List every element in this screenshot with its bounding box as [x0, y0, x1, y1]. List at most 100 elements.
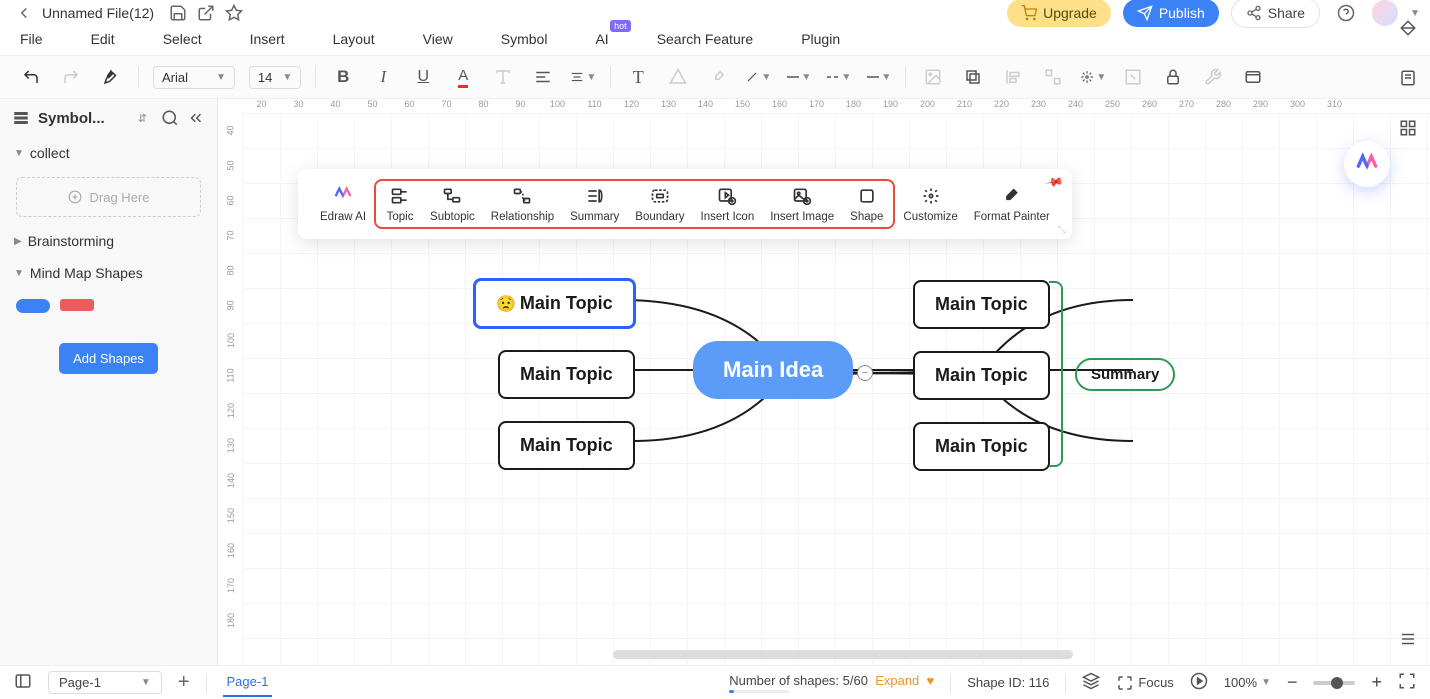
tools-button[interactable] — [1200, 64, 1226, 90]
line-dash-button[interactable]: ▼ — [825, 64, 851, 90]
ft-boundary[interactable]: Boundary — [627, 185, 692, 223]
image-insert-button[interactable] — [920, 64, 946, 90]
help-icon[interactable] — [1332, 1, 1360, 25]
node-right-2[interactable]: Main Topic — [913, 351, 1050, 400]
collapse-sidebar-icon[interactable] — [187, 109, 205, 127]
node-right-3[interactable]: Main Topic — [913, 422, 1050, 471]
zoom-in-button[interactable]: + — [1371, 672, 1382, 693]
menu-file[interactable]: File — [20, 31, 43, 47]
sidebar-dropdown-icon[interactable]: ⇵ — [138, 112, 147, 125]
back-button[interactable] — [10, 1, 38, 25]
text-color-button[interactable]: A — [450, 64, 476, 90]
drag-here-area[interactable]: Drag Here — [16, 177, 201, 217]
sidebar-cat-collect[interactable]: ▼collect — [0, 137, 217, 169]
node-right-1[interactable]: Main Topic — [913, 280, 1050, 329]
fullscreen-button[interactable] — [1398, 672, 1416, 693]
highlight-button[interactable] — [705, 64, 731, 90]
menu-plugin[interactable]: Plugin — [801, 31, 840, 47]
grid-panel-icon[interactable] — [1394, 114, 1422, 142]
menu-view[interactable]: View — [423, 31, 453, 47]
menu-edit[interactable]: Edit — [91, 31, 115, 47]
canvas[interactable]: 📌 Edraw AI Topic Subtopic Relationship S… — [243, 113, 1430, 665]
menu-ai[interactable]: AI hot — [595, 31, 608, 47]
italic-button[interactable]: I — [370, 64, 396, 90]
edit-shape-button[interactable] — [1120, 64, 1146, 90]
collapse-toggle[interactable]: − — [857, 365, 873, 381]
underline-button[interactable]: U — [410, 64, 436, 90]
bold-button[interactable]: B — [330, 64, 356, 90]
clear-format-button[interactable] — [490, 64, 516, 90]
add-shapes-button[interactable]: Add Shapes — [59, 343, 158, 374]
zoom-level[interactable]: 100%▼ — [1224, 675, 1271, 690]
page-select[interactable]: Page-1▼ — [48, 671, 162, 694]
summary-node[interactable]: Summary — [1075, 358, 1175, 391]
menu-insert[interactable]: Insert — [250, 31, 285, 47]
menu-layout[interactable]: Layout — [333, 31, 375, 47]
list-panel-icon[interactable] — [1394, 625, 1422, 653]
ft-subtopic[interactable]: Subtopic — [422, 185, 483, 223]
line-style-button[interactable]: ▼ — [785, 64, 811, 90]
horizontal-scrollbar[interactable] — [613, 650, 1073, 659]
zoom-slider[interactable] — [1313, 681, 1355, 685]
search-icon[interactable] — [161, 109, 179, 127]
ft-summary[interactable]: Summary — [562, 185, 627, 223]
line-tool-button[interactable]: ▼ — [745, 64, 771, 90]
ft-insert-icon[interactable]: Insert Icon — [693, 185, 763, 223]
ruler-vertical: 405060708090100110120130140150160170180 — [218, 113, 243, 638]
play-button[interactable] — [1190, 672, 1208, 693]
ft-customize[interactable]: Customize — [895, 185, 965, 223]
node-left-1[interactable]: 😟Main Topic — [473, 278, 636, 329]
ft-shape[interactable]: Shape — [842, 185, 891, 223]
layers-status-icon[interactable] — [1082, 672, 1100, 693]
open-external-icon[interactable] — [192, 1, 220, 25]
resize-handle-icon[interactable]: ⤡ — [1058, 225, 1066, 236]
align-objects-button[interactable] — [1000, 64, 1026, 90]
sidebar-cat-mindmap[interactable]: ▼Mind Map Shapes — [0, 257, 217, 289]
effects-button[interactable]: ▼ — [1080, 64, 1106, 90]
arrow-style-button[interactable]: ▼ — [865, 64, 891, 90]
text-tool-button[interactable]: T — [625, 64, 651, 90]
container-button[interactable] — [1240, 64, 1266, 90]
undo-button[interactable] — [18, 64, 44, 90]
zoom-out-button[interactable]: − — [1287, 672, 1298, 693]
format-brush-icon[interactable] — [98, 64, 124, 90]
node-left-3[interactable]: Main Topic — [498, 421, 635, 470]
add-page-button[interactable]: + — [178, 671, 190, 694]
panel-toggle-icon[interactable] — [14, 672, 32, 693]
ai-assistant-bubble[interactable] — [1344, 141, 1390, 187]
ft-relationship[interactable]: Relationship — [483, 185, 562, 223]
publish-button[interactable]: Publish — [1123, 0, 1219, 27]
ft-insert-image[interactable]: Insert Image — [762, 185, 842, 223]
menu-search[interactable]: Search Feature — [657, 31, 754, 47]
layers-button[interactable] — [960, 64, 986, 90]
file-name: Unnamed File(12) — [42, 5, 154, 21]
upgrade-button[interactable]: Upgrade — [1007, 0, 1111, 27]
ft-format-painter[interactable]: Format Painter — [966, 185, 1058, 223]
fill-panel-icon[interactable] — [1394, 14, 1422, 42]
lock-button[interactable] — [1160, 64, 1186, 90]
shape-previews[interactable] — [16, 299, 201, 313]
distribute-button[interactable] — [1040, 64, 1066, 90]
cat-mindmap-label: Mind Map Shapes — [30, 265, 143, 281]
node-main-idea[interactable]: Main Idea — [693, 341, 853, 399]
share-button[interactable]: Share — [1231, 0, 1320, 28]
star-icon[interactable] — [220, 1, 248, 25]
menu-symbol[interactable]: Symbol — [501, 31, 548, 47]
ft-topic[interactable]: Topic — [378, 185, 422, 223]
focus-button[interactable]: Focus — [1116, 674, 1173, 692]
menu-select[interactable]: Select — [163, 31, 202, 47]
font-size-select[interactable]: 14▼ — [249, 66, 301, 89]
page-panel-icon[interactable] — [1394, 64, 1422, 92]
highlighted-tool-group: Topic Subtopic Relationship Summary Boun… — [374, 179, 895, 229]
align-left-button[interactable] — [530, 64, 556, 90]
save-icon[interactable] — [164, 1, 192, 25]
shape-fill-button[interactable] — [665, 64, 691, 90]
align-vertical-button[interactable]: ▼ — [570, 64, 596, 90]
sidebar-cat-brainstorming[interactable]: ▶Brainstorming — [0, 225, 217, 257]
expand-link[interactable]: Expand — [875, 673, 919, 688]
font-select[interactable]: Arial▼ — [153, 66, 235, 89]
page-tab[interactable]: Page-1 — [223, 668, 273, 697]
ft-edraw-ai[interactable]: Edraw AI — [312, 185, 374, 223]
redo-button[interactable] — [58, 64, 84, 90]
node-left-2[interactable]: Main Topic — [498, 350, 635, 399]
